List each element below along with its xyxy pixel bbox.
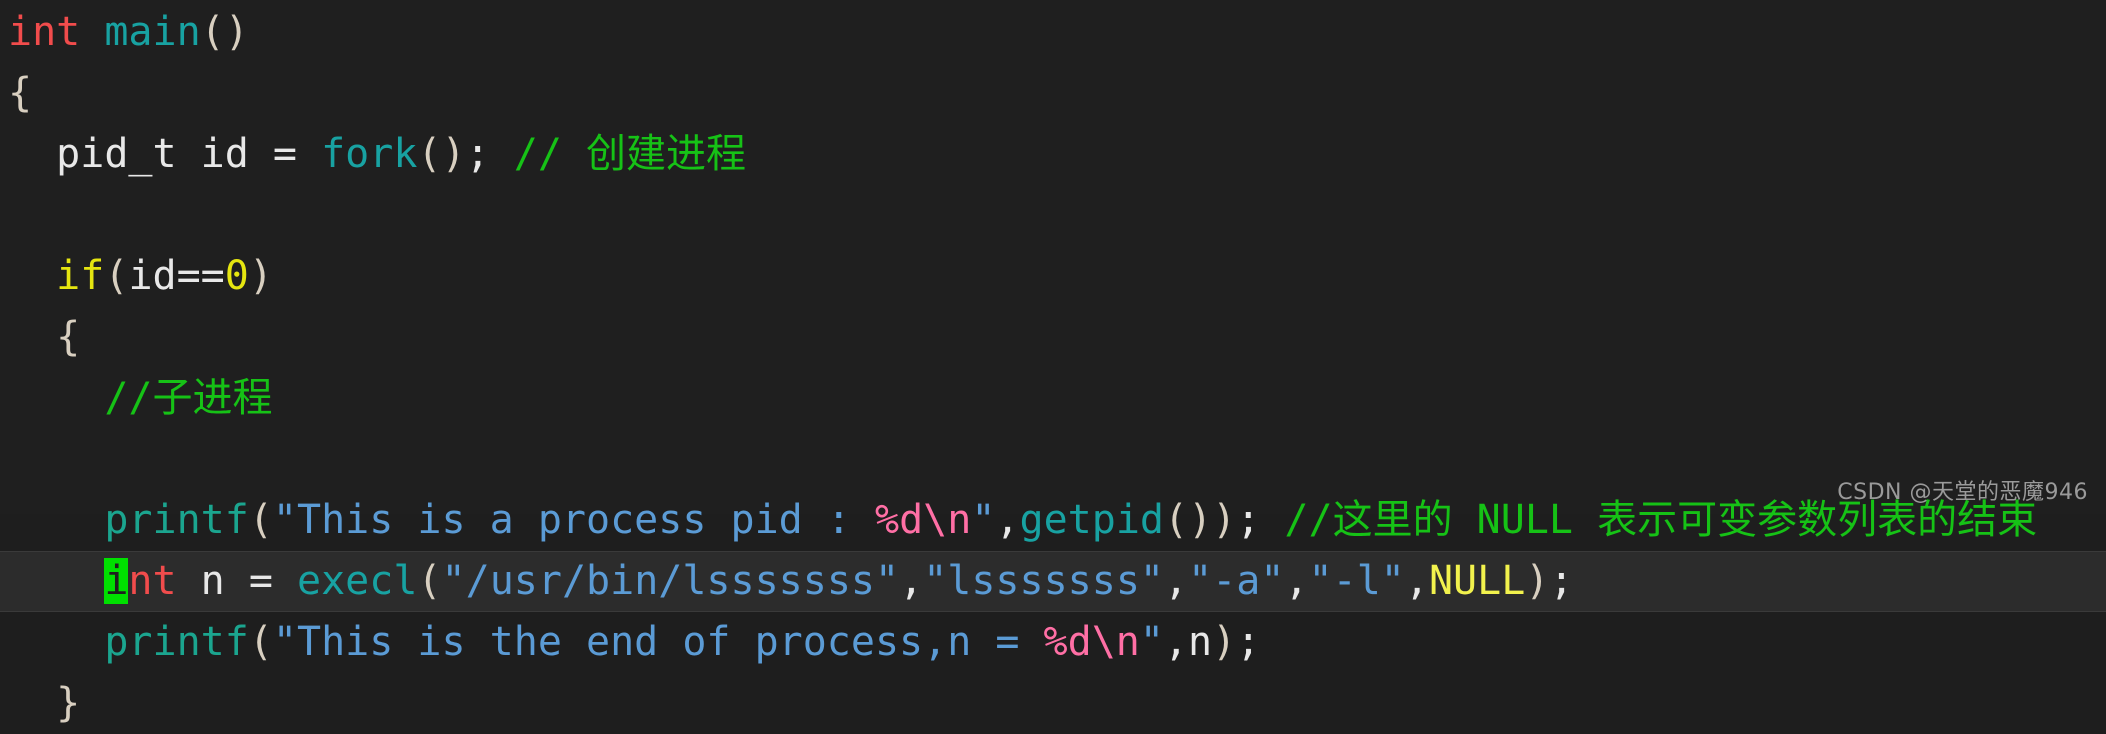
code-token: (: [104, 253, 129, 299]
code-token: NULL: [1452, 497, 1598, 543]
code-token: printf: [104, 619, 249, 665]
code-token: NULL: [1428, 558, 1526, 604]
code-line[interactable]: pid_t id = fork(); // 创建进程: [0, 124, 2106, 185]
code-token: ;: [1236, 497, 1285, 543]
code-token: "/usr/bin/lsssssss": [441, 558, 900, 604]
code-token: execl: [297, 558, 418, 604]
code-token: 0: [224, 253, 249, 299]
code-token: (: [417, 558, 442, 604]
code-token: id==: [128, 253, 225, 299]
code-token: (: [248, 497, 273, 543]
code-token: pid_t id =: [8, 131, 322, 177]
code-token: ;: [465, 131, 490, 177]
code-token: nt: [128, 558, 177, 604]
code-token: {: [8, 70, 33, 116]
code-line[interactable]: [0, 429, 2106, 490]
code-token: ,: [1284, 558, 1309, 604]
code-token: "-l": [1308, 558, 1405, 604]
code-line[interactable]: }: [0, 673, 2106, 734]
code-token: //: [1284, 497, 1333, 543]
code-line[interactable]: [0, 185, 2106, 246]
code-token: %d\n: [1043, 619, 1140, 665]
code-line-active[interactable]: int n = execl("/usr/bin/lsssssss","lssss…: [0, 551, 2106, 612]
code-editor[interactable]: int main(){ pid_t id = fork(); // 创建进程 i…: [0, 0, 2106, 726]
code-token: int: [8, 9, 81, 55]
code-token: %d\n: [874, 497, 972, 543]
code-token: //: [104, 375, 153, 421]
code-token: 子进程: [152, 375, 273, 421]
code-token: fork: [321, 131, 418, 177]
code-token: ": [1139, 619, 1164, 665]
code-token: {: [56, 314, 81, 360]
code-line[interactable]: int main(): [0, 2, 2106, 63]
code-token: ;: [1236, 619, 1261, 665]
code-token: ,n: [1163, 619, 1213, 665]
code-token: 这里的: [1332, 497, 1453, 543]
code-token: printf: [104, 497, 249, 543]
code-token: (: [248, 619, 273, 665]
code-token: (): [417, 131, 466, 177]
text-cursor: i: [104, 558, 129, 604]
code-token: if: [56, 253, 105, 299]
code-token: ): [1525, 558, 1550, 604]
code-token: ,: [1164, 558, 1189, 604]
code-line[interactable]: printf("This is a process pid : %d\n",ge…: [0, 490, 2106, 551]
code-line[interactable]: printf("This is the end of process,n = %…: [0, 612, 2106, 673]
code-token: ()): [1164, 497, 1237, 543]
code-line[interactable]: {: [0, 307, 2106, 368]
code-token: main: [104, 9, 201, 55]
code-token: ,: [1404, 558, 1429, 604]
code-line[interactable]: if(id==0): [0, 246, 2106, 307]
code-token: ,: [899, 558, 924, 604]
code-line[interactable]: //子进程: [0, 368, 2106, 429]
code-token: n =: [176, 558, 298, 604]
code-token: 创建进程: [586, 131, 747, 177]
code-token: getpid: [1019, 497, 1165, 543]
code-token: ,: [995, 497, 1020, 543]
code-token: ): [248, 253, 273, 299]
code-token: "lsssssss": [923, 558, 1165, 604]
code-token: ;: [1549, 558, 1574, 604]
code-line[interactable]: {: [0, 63, 2106, 124]
code-content[interactable]: int main(){ pid_t id = fork(); // 创建进程 i…: [0, 0, 2106, 734]
code-token: ": [971, 497, 996, 543]
code-token: "This is the end of process,n =: [272, 619, 1044, 665]
code-token: }: [56, 680, 81, 726]
code-token: (): [200, 9, 249, 55]
code-token: //: [513, 131, 587, 177]
code-token: ): [1212, 619, 1237, 665]
csdn-watermark: CSDN @天堂的恶魔946: [1837, 480, 2088, 505]
code-token: "-a": [1188, 558, 1285, 604]
code-token: "This is a process pid :: [272, 497, 875, 543]
